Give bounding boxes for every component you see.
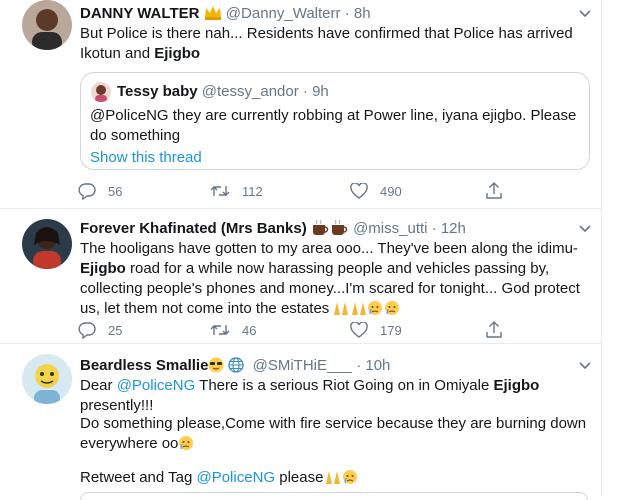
retweet-count: 46	[242, 322, 257, 338]
quote-handle: @tessy_andor	[201, 83, 299, 100]
tweet-text-paragraph-3: Retweet and Tag @PoliceNG please	[80, 468, 588, 491]
avatar[interactable]	[22, 219, 72, 269]
quote-text: @PoliceNG they are currently robbing at …	[90, 107, 577, 144]
tweet-text-part: Dear	[80, 377, 117, 394]
handle[interactable]: @SMiTHiE___	[253, 357, 352, 374]
reply-count: 56	[108, 183, 123, 199]
tweet-danny-walter[interactable]: DANNY WALTER @Danny_Walterr · 8h But Pol…	[0, 0, 602, 208]
timestamp[interactable]: 8h	[354, 5, 371, 22]
tweet-actions: 25 46 179	[78, 319, 598, 341]
tweet-text: But Police is there nah... Residents hav…	[80, 24, 588, 64]
like-button[interactable]: 179	[350, 319, 402, 341]
heart-icon	[350, 322, 368, 338]
like-count: 490	[380, 183, 402, 199]
retweet-icon	[210, 186, 230, 196]
highlighted-term: Ejigbo	[80, 260, 126, 277]
tweet-text-part: Retweet and Tag	[80, 469, 197, 486]
highlighted-term: Ejigbo	[154, 45, 201, 62]
reply-button[interactable]: 25	[78, 319, 122, 341]
mention-link[interactable]: @PoliceNG	[117, 377, 196, 394]
quote-display-name: Tessy baby	[117, 83, 198, 100]
tweet-actions: 56 112 490	[78, 180, 598, 202]
display-name[interactable]: DANNY WALTER	[80, 5, 199, 22]
reply-icon	[78, 183, 96, 200]
reply-icon	[78, 322, 96, 339]
separator-dot: ·	[302, 83, 308, 100]
retweet-icon	[210, 325, 230, 335]
crying-emoji-icon	[178, 435, 194, 457]
tweet-text-part: please	[275, 469, 324, 486]
chevron-down-icon[interactable]	[575, 4, 595, 24]
timestamp[interactable]: 10h	[365, 357, 390, 374]
heart-icon	[350, 183, 368, 199]
tweet-text: The hooligans have gotten to my area ooo…	[80, 239, 594, 322]
quote-timestamp: 9h	[312, 83, 329, 100]
separator-dot: ·	[356, 357, 362, 374]
highlighted-term: Ejigbo	[493, 377, 540, 394]
handle[interactable]: @miss_utti	[353, 220, 427, 237]
reply-count: 25	[108, 322, 123, 338]
display-name[interactable]: Beardless Smallie	[80, 357, 208, 374]
reply-button[interactable]: 56	[78, 180, 122, 202]
separator-dot: ·	[344, 5, 350, 22]
tweet-text-part: The hooligans have gotten to my area ooo…	[80, 240, 578, 257]
retweet-button[interactable]: 46	[210, 319, 256, 341]
praying-hands-crying-emoji-icon	[323, 469, 359, 491]
chevron-down-icon[interactable]	[575, 219, 595, 239]
timestamp[interactable]: 12h	[441, 220, 466, 237]
tweet-text-part: There is a serious Riot Going on in Omiy…	[195, 377, 494, 394]
quote-avatar	[91, 82, 111, 102]
like-button[interactable]: 490	[350, 180, 402, 202]
tweet-forever-khafinated[interactable]: Forever Khafinated (Mrs Banks) @miss_utt…	[0, 209, 602, 343]
share-button[interactable]	[486, 319, 502, 341]
media-preview-edge[interactable]	[80, 492, 588, 500]
retweet-count: 112	[242, 183, 263, 199]
show-thread-link[interactable]: Show this thread	[90, 148, 202, 168]
share-icon	[486, 182, 502, 199]
mention-link[interactable]: @PoliceNG	[196, 469, 275, 486]
display-name[interactable]: Forever Khafinated (Mrs Banks)	[80, 220, 307, 237]
chevron-down-icon[interactable]	[575, 356, 595, 376]
like-count: 179	[380, 322, 402, 338]
share-button[interactable]	[486, 180, 502, 202]
tweet-text-paragraph-1: Dear @PoliceNG There is a serious Riot G…	[80, 376, 588, 416]
retweet-button[interactable]: 112	[210, 180, 263, 202]
tweet-text-paragraph-2: Do something please,Come with fire servi…	[80, 414, 588, 457]
avatar[interactable]	[22, 354, 72, 404]
tweet-text-part: presently!!!	[80, 397, 154, 414]
quote-header: Tessy baby @tessy_andor · 9h	[117, 82, 329, 102]
tweet-beardless-smallie[interactable]: Beardless Smallie @SMiTHiE___ · 10h Dear…	[0, 344, 602, 500]
tweet-text-part: Do something please,Come with fire servi…	[80, 415, 587, 452]
handle[interactable]: @Danny_Walterr	[226, 5, 341, 22]
quoted-tweet[interactable]: Tessy baby @tessy_andor · 9h @PoliceNG t…	[80, 72, 590, 170]
share-icon	[486, 321, 502, 338]
avatar[interactable]	[22, 0, 72, 50]
separator-dot: ·	[431, 220, 437, 237]
